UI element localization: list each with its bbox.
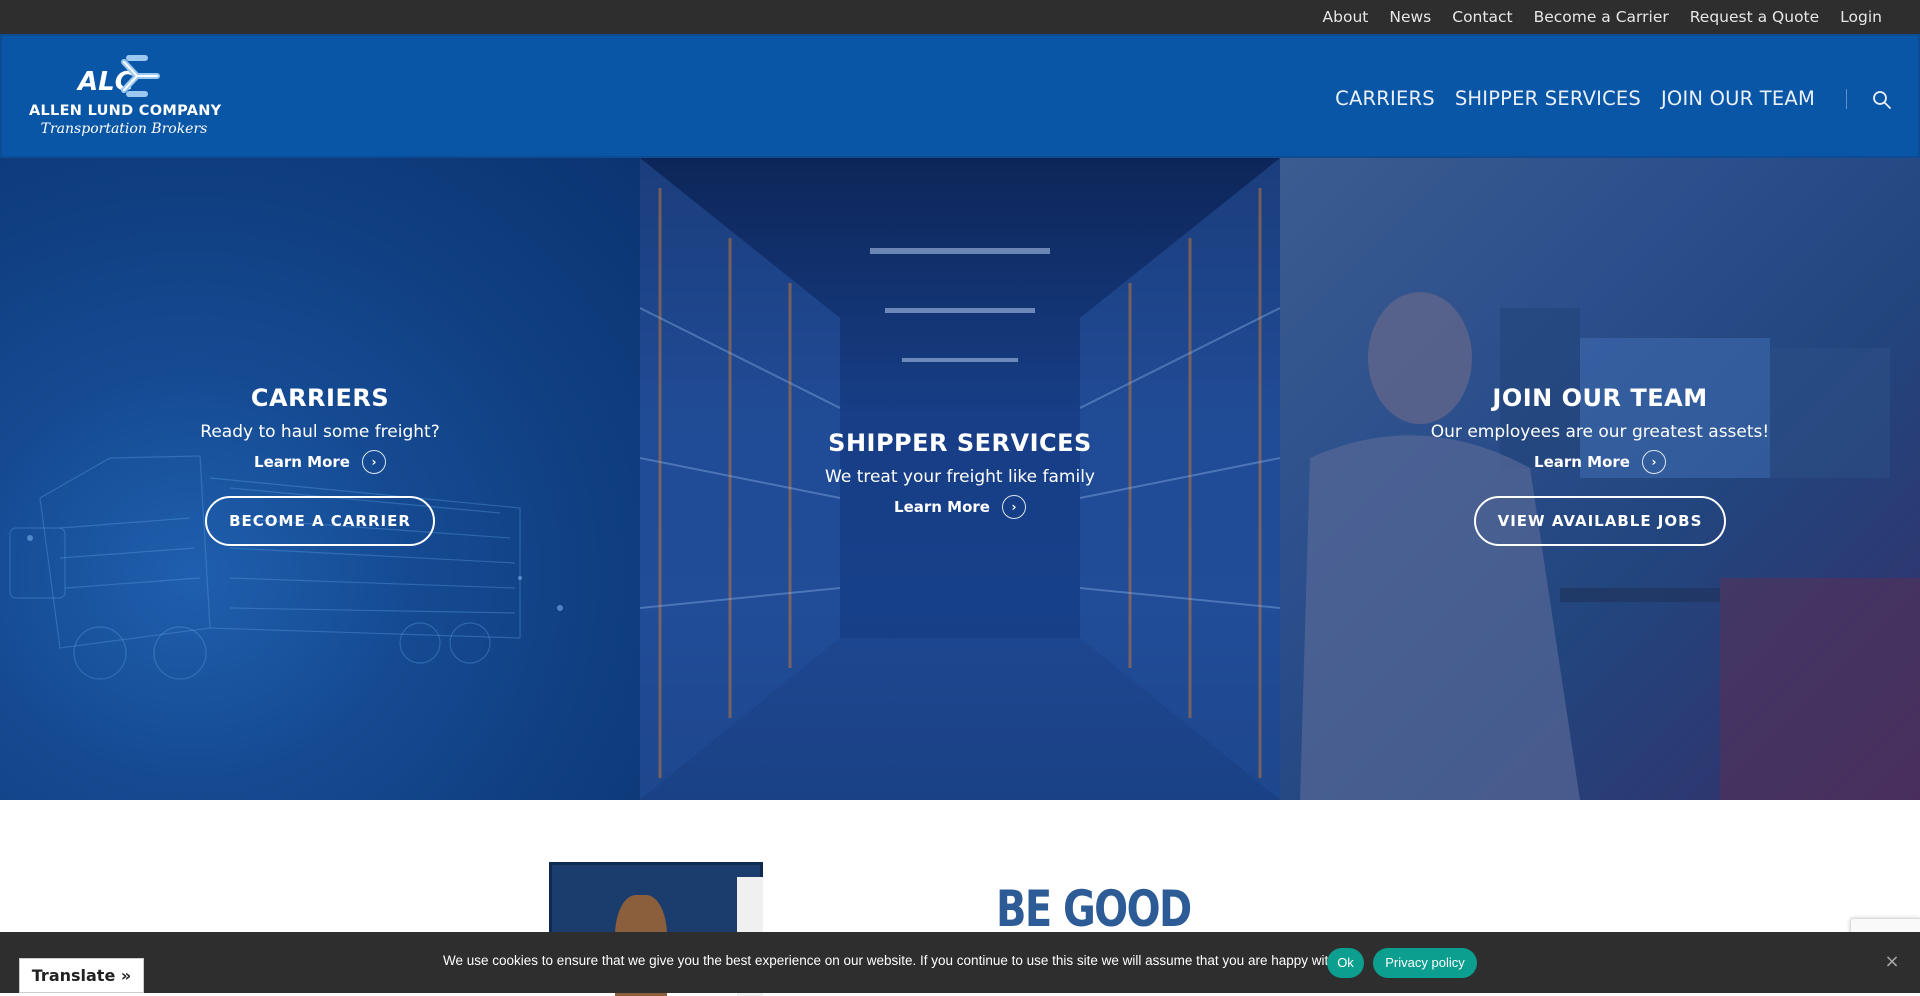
join-learn-more[interactable]: Learn More › [1534,450,1666,474]
carriers-text: CARRIERS Ready to haul some freight? Lea… [0,384,640,546]
join-subtitle: Our employees are our greatest assets! [1430,422,1770,442]
logo-company-name: ALLEN LUND COMPANY [29,103,222,119]
nav-carriers[interactable]: CARRIERS [1335,87,1435,110]
carriers-subtitle: Ready to haul some freight? [200,422,440,442]
logo-mark-icon: ALC [76,55,160,97]
nav-shipper-services[interactable]: SHIPPER SERVICES [1455,87,1641,110]
chevron-right-icon: › [1641,450,1666,474]
utility-link-news[interactable]: News [1389,8,1431,26]
top-utility-bar: About News Contact Become a Carrier Requ… [0,0,1920,34]
translate-button[interactable]: Translate » [19,958,144,993]
utility-link-request-quote[interactable]: Request a Quote [1690,8,1819,26]
learn-more-label: Learn More [254,453,350,471]
cookie-banner: We use cookies to ensure that we give yo… [0,932,1920,993]
hero-panel-join-our-team: JOIN OUR TEAM Our employees are our grea… [1280,158,1920,800]
shipper-subtitle: We treat your freight like family [825,467,1095,487]
search-button[interactable] [1871,89,1893,111]
utility-link-contact[interactable]: Contact [1452,8,1512,26]
learn-more-label: Learn More [894,498,990,516]
section-heading: BE GOOD [996,880,1192,938]
chevron-right-icon: › [1001,495,1026,519]
utility-link-become-carrier[interactable]: Become a Carrier [1534,8,1669,26]
privacy-policy-button[interactable]: Privacy policy [1373,948,1477,978]
hero-panel-shipper-services: SHIPPER SERVICES We treat your freight l… [640,158,1280,800]
utility-nav: About News Contact Become a Carrier Requ… [1323,0,1882,34]
shipper-title: SHIPPER SERVICES [828,429,1092,457]
shipper-learn-more[interactable]: Learn More › [894,495,1026,519]
cookie-ok-button[interactable]: Ok [1327,948,1364,978]
site-header: ALC ALLEN LUND COMPANY Transportation Br… [0,34,1920,158]
search-icon [1873,91,1891,109]
nav-divider [1846,89,1847,109]
close-icon[interactable]: × [1884,953,1900,971]
carriers-learn-more[interactable]: Learn More › [254,450,386,474]
site-logo[interactable]: ALC ALLEN LUND COMPANY Transportation Br… [29,50,229,146]
hero-panel-carriers: CARRIERS Ready to haul some freight? Lea… [0,158,640,800]
join-title: JOIN OUR TEAM [1492,384,1708,412]
join-text: JOIN OUR TEAM Our employees are our grea… [1280,384,1920,546]
shipper-text: SHIPPER SERVICES We treat your freight l… [640,429,1280,519]
carriers-title: CARRIERS [250,384,390,412]
utility-link-login[interactable]: Login [1840,8,1882,26]
main-nav: CARRIERS SHIPPER SERVICES JOIN OUR TEAM [1335,36,1815,160]
view-jobs-button[interactable]: VIEW AVAILABLE JOBS [1473,496,1727,546]
cookie-message: We use cookies to ensure that we give yo… [443,953,1350,968]
learn-more-label: Learn More [1534,453,1630,471]
logo-tagline: Transportation Brokers [40,121,208,137]
utility-link-about[interactable]: About [1323,8,1369,26]
chevron-right-icon: › [361,450,386,474]
hero-section: CARRIERS Ready to haul some freight? Lea… [0,158,1920,800]
become-carrier-button[interactable]: BECOME A CARRIER [205,496,435,546]
nav-join-our-team[interactable]: JOIN OUR TEAM [1661,87,1815,110]
